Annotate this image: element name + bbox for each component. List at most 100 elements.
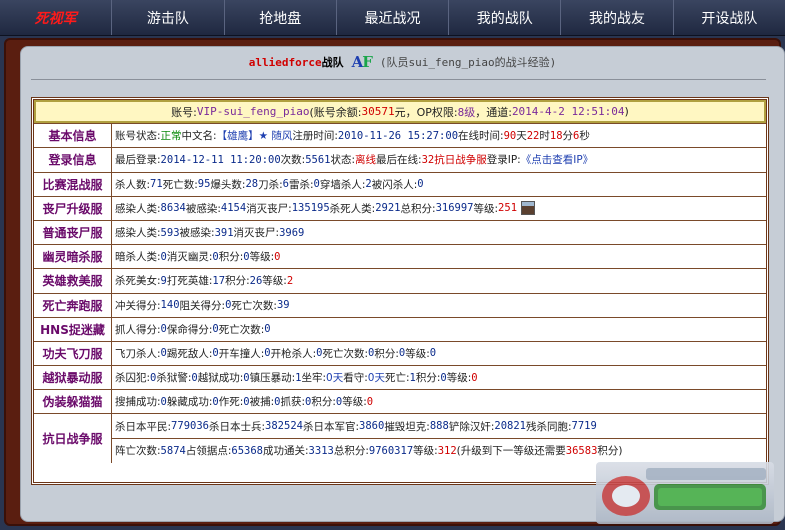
stat-text: 等级: [405, 347, 430, 360]
stat-text: 4154 [220, 202, 247, 215]
stats-values: 感染人类: 8634 被感染: 4154 消灭丧尸: 135195 杀死人类: … [112, 197, 766, 220]
stats-row: 基本信息 账号状态: 正常 中文名: 【雄鹰】★ 随风 注册时间: 2010-11… [34, 124, 766, 149]
stat-text: 杀人数: [115, 178, 151, 191]
stat-text: 搜捕成功: [115, 396, 161, 409]
stats-row: 丧尸升级服 感染人类: 8634 被感染: 4154 消灭丧尸: 135195 杀… [34, 196, 766, 221]
watermark-graphic [602, 468, 766, 516]
stat-text: 抓人得分: [115, 323, 161, 336]
rank-avatar-icon [521, 201, 536, 216]
stat-text: 7719 [571, 420, 597, 433]
stats-row: 死亡奔跑服 冲关得分: 140 阻关得分: 0 死亡次数: 39 [34, 293, 766, 318]
stats-values: 杀日本平民: 779036 杀日本士兵: 382524 杀日本军官: 3860 … [112, 414, 766, 439]
server-label: 越狱暴动服 [34, 366, 112, 390]
stats-values: 飞刀杀人: 0 踢死敌人: 0 开车撞人: 0 开枪杀人: 0 死亡次数: 0 … [112, 342, 766, 365]
stat-text: 冲关得分: [115, 299, 161, 312]
stat-text: 穿墙杀人: [319, 178, 366, 191]
stat-text: 看守: [343, 372, 368, 385]
stat-text: 状态: [330, 154, 356, 167]
stat-text: 打死英雄: [166, 275, 213, 288]
stat-text: 杀囚犯: [115, 372, 151, 385]
stat-text: 账号状态: [115, 130, 161, 143]
nav-item-5[interactable]: 开设战队 [674, 0, 785, 35]
account-id: VIP-sui_feng_piao [196, 105, 310, 119]
stat-text: 0天 [367, 372, 385, 385]
content-frame: alliedforce 战队 A F (队员sui_feng_piao的战斗经验… [4, 38, 785, 526]
stat-text: 3313 [308, 444, 334, 457]
server-label: 比赛混战服 [34, 172, 112, 196]
stat-text: 抓获: [280, 396, 306, 409]
account-row: 账号: VIP-sui_feng_piao (账号余额: 30571 元，OP权… [34, 100, 766, 125]
stat-text: 时 [539, 130, 550, 143]
stats-row: 功夫飞刀服 飞刀杀人: 0 踢死敌人: 0 开车撞人: 0 开枪杀人: 0 死亡次… [34, 341, 766, 367]
view-ip-link[interactable]: 《点击查看IP》 [521, 152, 593, 167]
stat-text: 躲藏成功: [166, 396, 213, 409]
stat-text: 总积分: [400, 202, 436, 215]
stat-text: 积分: [374, 347, 399, 360]
stats-row: 比赛混战服 杀人数: 71 死亡数: 95 爆头数: 28 刀杀: 6 雷杀: 0… [34, 172, 766, 197]
nav-item-1[interactable]: 抢地盘 [225, 0, 337, 35]
member-note: (队员sui_feng_piao的战斗经验) [379, 56, 557, 69]
stat-text: 开枪杀人: [270, 347, 317, 360]
stat-text: 杀日本平民: [115, 420, 172, 433]
stats-row: 幽灵暗杀服 暗杀人类: 0 消灭幽灵: 0 积分: 0 等级: 0 [34, 245, 766, 270]
stat-text: 0 [471, 371, 478, 384]
header-divider [31, 79, 766, 80]
balance-label: (账号余额: [309, 105, 362, 119]
stat-text: 杀日本军官: [302, 420, 360, 433]
stat-text: 2921 [375, 202, 401, 215]
stats-row: 普通丧尸服 感染人类: 593 被感染: 391 消灭丧尸: 3969 [34, 220, 766, 246]
stat-text: (升级到下一等级还需要 [456, 445, 566, 458]
stat-text: 等级: [446, 372, 472, 385]
nav-brand[interactable]: 死视军 [0, 0, 113, 35]
stat-text: 成功通关: [263, 445, 309, 458]
account-label: 账号: [171, 105, 197, 119]
channel-label: ，通道: [475, 105, 512, 119]
stat-text: 占领据点: [185, 445, 232, 458]
stat-text: 135195 [291, 202, 330, 215]
logo-letter-f: F [362, 53, 373, 71]
stat-text: 总积分: [333, 445, 369, 458]
stats-row: HNS捉迷藏 抓人得分: 0 保命得分: 0 死亡次数: 0 [34, 317, 766, 342]
stats-values: 抓人得分: 0 保命得分: 0 死亡次数: 0 [112, 318, 766, 341]
stat-text: 0 [417, 178, 424, 191]
stat-text: 140 [160, 299, 180, 312]
site-watermark-logo [596, 462, 774, 524]
stat-text: 积分: [225, 275, 250, 288]
stat-text: 26 [249, 274, 263, 287]
stats-row: 伪装躲猫猫 搜捕成功: 0 躲藏成功: 0 作死: 0 被捕: 0 抓获: 0 积… [34, 390, 766, 415]
stat-text: 雷杀: [288, 178, 314, 191]
stat-text: 死亡: [384, 372, 410, 385]
stat-text: 作死: [218, 396, 244, 409]
team-name[interactable]: alliedforce [249, 56, 322, 69]
stats-row: 英雄救美服 杀死美女: 9 打死英雄: 17 积分: 26 等级: 2 [34, 269, 766, 294]
nav-item-2[interactable]: 最近战况 [337, 0, 450, 35]
stat-text: 被感染: [179, 227, 215, 240]
stat-text: 摧毁坦克: [384, 420, 430, 433]
stat-text: 积分: [415, 372, 441, 385]
stat-text: 779036 [171, 420, 209, 433]
stat-text: 71 [150, 178, 163, 191]
stat-text: 积分) [597, 445, 623, 458]
stat-text: 0 [366, 395, 374, 408]
stat-text: 天 [516, 130, 527, 143]
stat-text: 注册时间: [292, 130, 338, 143]
stat-text: 3969 [279, 226, 305, 239]
team-header: alliedforce 战队 A F (队员sui_feng_piao的战斗经验… [21, 47, 784, 77]
stat-text: 保命得分: [166, 323, 213, 336]
stat-text: 残杀同胞: [525, 420, 572, 433]
nav-item-0[interactable]: 游击队 [112, 0, 225, 35]
stats-values: 杀死美女: 9 打死英雄: 17 积分: 26 等级: 2 [112, 269, 766, 292]
stat-text: 被感染: [185, 202, 221, 215]
server-label: 伪装躲猫猫 [34, 390, 112, 414]
stat-text: 杀死美女: [115, 275, 161, 288]
stat-text: 0 [264, 323, 271, 336]
stat-text: 2010-11-26 15:27:00 [337, 129, 459, 142]
server-label: 幽灵暗杀服 [34, 245, 112, 269]
team-suffix: 战队 [321, 56, 344, 69]
nav-item-3[interactable]: 我的战队 [449, 0, 562, 35]
nav-item-4[interactable]: 我的战友 [561, 0, 674, 35]
stat-text: 5561 [305, 153, 331, 166]
stat-text: 18 [549, 129, 563, 142]
stat-text: 等级: [249, 251, 275, 264]
stat-text: 2 [286, 274, 294, 287]
